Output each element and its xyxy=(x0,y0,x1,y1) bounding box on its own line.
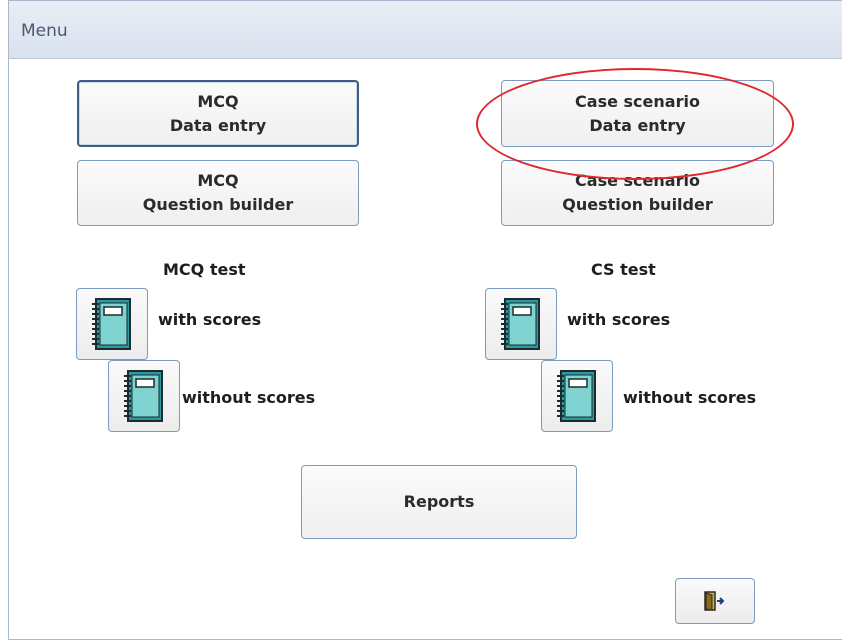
button-label-line-1: MCQ xyxy=(197,171,239,190)
case-scenario-data-entry-button[interactable]: Case scenario Data entry xyxy=(501,80,774,147)
mcq-without-scores-button[interactable] xyxy=(108,360,180,432)
cs-without-scores-label: without scores xyxy=(623,388,757,407)
window-title: Menu xyxy=(21,21,68,41)
reports-button[interactable]: Reports xyxy=(301,465,577,539)
case-scenario-question-builder-button[interactable]: Case scenario Question builder xyxy=(501,160,774,226)
button-label-line-1: MCQ xyxy=(197,91,239,111)
reports-label: Reports xyxy=(403,492,475,511)
notebook-icon xyxy=(557,370,596,422)
mcq-data-entry-button[interactable]: MCQ Data entry xyxy=(77,80,359,147)
cs-without-scores-button[interactable] xyxy=(541,360,613,432)
cs-with-scores-label: with scores xyxy=(567,310,671,329)
mcq-test-heading: MCQ test xyxy=(163,260,246,279)
mcq-with-scores-label: with scores xyxy=(158,310,262,329)
exit-door-icon xyxy=(704,591,725,611)
cs-test-heading: CS test xyxy=(591,260,656,279)
mcq-question-builder-button[interactable]: MCQ Question builder xyxy=(77,160,359,226)
button-label-line-2: Data entry xyxy=(589,115,686,135)
notebook-icon xyxy=(92,298,131,350)
button-label-line-2: Data entry xyxy=(169,115,267,135)
cs-with-scores-button[interactable] xyxy=(485,288,557,360)
title-bar: Menu xyxy=(9,1,842,59)
mcq-without-scores-label: without scores xyxy=(182,388,316,407)
button-label-line-2: Question builder xyxy=(142,195,294,214)
button-label-line-2: Question builder xyxy=(562,195,713,214)
button-label-line-1: Case scenario xyxy=(575,171,700,190)
notebook-icon xyxy=(501,298,540,350)
notebook-icon xyxy=(124,370,163,422)
mcq-with-scores-button[interactable] xyxy=(76,288,148,360)
exit-button[interactable] xyxy=(675,578,755,624)
button-label-line-1: Case scenario xyxy=(575,91,700,111)
